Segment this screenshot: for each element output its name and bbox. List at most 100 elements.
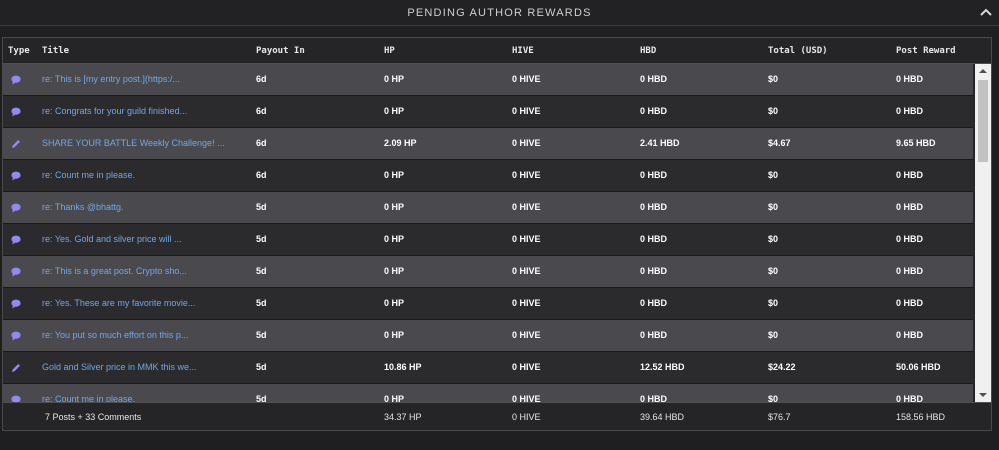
hbd-cell: 0 HBD [640, 234, 668, 244]
column-header-title[interactable]: Title [42, 46, 69, 56]
total-cell: $4.67 [768, 138, 791, 148]
post-title-link[interactable]: re: Thanks @bhattg. [42, 202, 124, 212]
column-header-post-reward[interactable]: Post Reward [896, 46, 956, 56]
payout-cell: 5d [256, 330, 267, 340]
table-row[interactable]: re: Thanks @bhattg. 5d 0 HP 0 HIVE 0 HBD $0 0 … [3, 192, 973, 224]
hive-cell: 0 HIVE [512, 138, 541, 148]
hp-cell: 2.09 HP [384, 138, 417, 148]
post-reward-cell: 0 HBD [896, 394, 924, 402]
footer-hp: 34.37 HP [384, 412, 422, 422]
comment-icon [11, 235, 21, 245]
hive-cell: 0 HIVE [512, 234, 541, 244]
hbd-cell: 0 HBD [640, 394, 668, 402]
payout-cell: 5d [256, 202, 267, 212]
post-title-link[interactable]: re: You put so much effort on this p... [42, 330, 188, 340]
chevron-up-icon[interactable] [979, 6, 993, 18]
payout-cell: 5d [256, 362, 267, 372]
table-row[interactable]: SHARE YOUR BATTLE Weekly Challenge! ... 6… [3, 128, 973, 160]
hive-cell: 0 HIVE [512, 298, 541, 308]
vertical-scrollbar[interactable] [975, 64, 991, 402]
rewards-table: Type Title Payout In HP HIVE HBD Total (… [2, 37, 992, 431]
hive-cell: 0 HIVE [512, 74, 541, 84]
total-cell: $0 [768, 298, 779, 308]
payout-cell: 6d [256, 170, 267, 180]
table-row[interactable]: re: This is [my entry post.](https:/... 6… [3, 64, 973, 96]
post-title-link[interactable]: re: Count me in please. [42, 170, 135, 180]
hp-cell: 0 HP [384, 234, 405, 244]
comment-icon [11, 299, 21, 309]
comment-icon [11, 267, 21, 277]
hive-cell: 0 HIVE [512, 362, 541, 372]
table-row[interactable]: re: Congrats for your guild finished... 6… [3, 96, 973, 128]
payout-cell: 5d [256, 234, 267, 244]
column-header-hp[interactable]: HP [384, 46, 395, 56]
column-header-payout[interactable]: Payout In [256, 46, 305, 56]
hive-cell: 0 HIVE [512, 394, 541, 402]
hive-cell: 0 HIVE [512, 330, 541, 340]
post-title-link[interactable]: re: This is a great post. Crypto sho... [42, 266, 187, 276]
post-reward-cell: 0 HBD [896, 266, 924, 276]
scroll-up-arrow-icon[interactable] [975, 64, 991, 78]
post-title-link[interactable]: SHARE YOUR BATTLE Weekly Challenge! ... [42, 138, 225, 148]
footer-hbd: 39.64 HBD [640, 412, 685, 422]
table-footer: 7 Posts + 33 Comments 34.37 HP 0 HIVE 39… [3, 402, 991, 430]
table-row[interactable]: re: Yes. These are my favorite movie... 5… [3, 288, 973, 320]
post-reward-cell: 9.65 HBD [896, 138, 936, 148]
column-header-hive[interactable]: HIVE [512, 46, 534, 56]
post-title-link[interactable]: re: This is [my entry post.](https:/... [42, 74, 180, 84]
comment-icon [11, 395, 21, 402]
hive-cell: 0 HIVE [512, 202, 541, 212]
table-row[interactable]: re: This is a great post. Crypto sho... 5… [3, 256, 973, 288]
comment-icon [11, 331, 21, 341]
footer-total: $76.7 [768, 412, 791, 422]
footer-summary: 7 Posts + 33 Comments [45, 412, 142, 422]
total-cell: $0 [768, 330, 779, 340]
table-row[interactable]: re: Count me in please. 6d 0 HP 0 HIVE 0 HBD… [3, 160, 973, 192]
hp-cell: 0 HP [384, 202, 405, 212]
column-header-hbd[interactable]: HBD [640, 46, 656, 56]
column-header-total[interactable]: Total (USD) [768, 46, 828, 56]
post-title-link[interactable]: re: Count me in please. [42, 394, 135, 402]
total-cell: $0 [768, 266, 779, 276]
total-cell: $0 [768, 106, 779, 116]
post-title-link[interactable]: re: Yes. Gold and silver price will ... [42, 234, 182, 244]
post-title-link[interactable]: re: Congrats for your guild finished... [42, 106, 187, 116]
scrollbar-thumb[interactable] [978, 80, 988, 162]
table-header: Type Title Payout In HP HIVE HBD Total (… [3, 38, 991, 64]
total-cell: $0 [768, 234, 779, 244]
total-cell: $0 [768, 170, 779, 180]
scroll-down-arrow-icon[interactable] [975, 388, 991, 402]
hp-cell: 0 HP [384, 74, 405, 84]
panel-header: PENDING AUTHOR REWARDS [0, 0, 999, 26]
pencil-icon [12, 140, 20, 148]
post-reward-cell: 0 HBD [896, 74, 924, 84]
total-cell: $0 [768, 394, 779, 402]
hbd-cell: 2.41 HBD [640, 138, 680, 148]
hbd-cell: 12.52 HBD [640, 362, 685, 372]
hbd-cell: 0 HBD [640, 74, 668, 84]
payout-cell: 5d [256, 394, 267, 402]
post-title-link[interactable]: Gold and Silver price in MMK this we... [42, 362, 197, 372]
post-reward-cell: 0 HBD [896, 330, 924, 340]
comment-icon [11, 107, 21, 117]
footer-hive: 0 HIVE [512, 412, 541, 422]
post-reward-cell: 0 HBD [896, 234, 924, 244]
panel-title: PENDING AUTHOR REWARDS [407, 7, 592, 19]
column-header-type[interactable]: Type [8, 46, 30, 56]
hive-cell: 0 HIVE [512, 266, 541, 276]
comment-icon [11, 171, 21, 181]
table-row[interactable]: re: You put so much effort on this p... 5… [3, 320, 973, 352]
hp-cell: 0 HP [384, 298, 405, 308]
footer-post-reward: 158.56 HBD [896, 412, 946, 422]
total-cell: $0 [768, 74, 779, 84]
hp-cell: 0 HP [384, 394, 405, 402]
table-row[interactable]: re: Yes. Gold and silver price will ... 5… [3, 224, 973, 256]
hbd-cell: 0 HBD [640, 330, 668, 340]
hp-cell: 0 HP [384, 330, 405, 340]
post-title-link[interactable]: re: Yes. These are my favorite movie... [42, 298, 195, 308]
table-row[interactable]: re: Count me in please. 5d 0 HP 0 HIVE 0 HBD… [3, 384, 973, 402]
comment-icon [11, 75, 21, 85]
table-row[interactable]: Gold and Silver price in MMK this we... 5… [3, 352, 973, 384]
post-reward-cell: 0 HBD [896, 298, 924, 308]
hive-cell: 0 HIVE [512, 170, 541, 180]
